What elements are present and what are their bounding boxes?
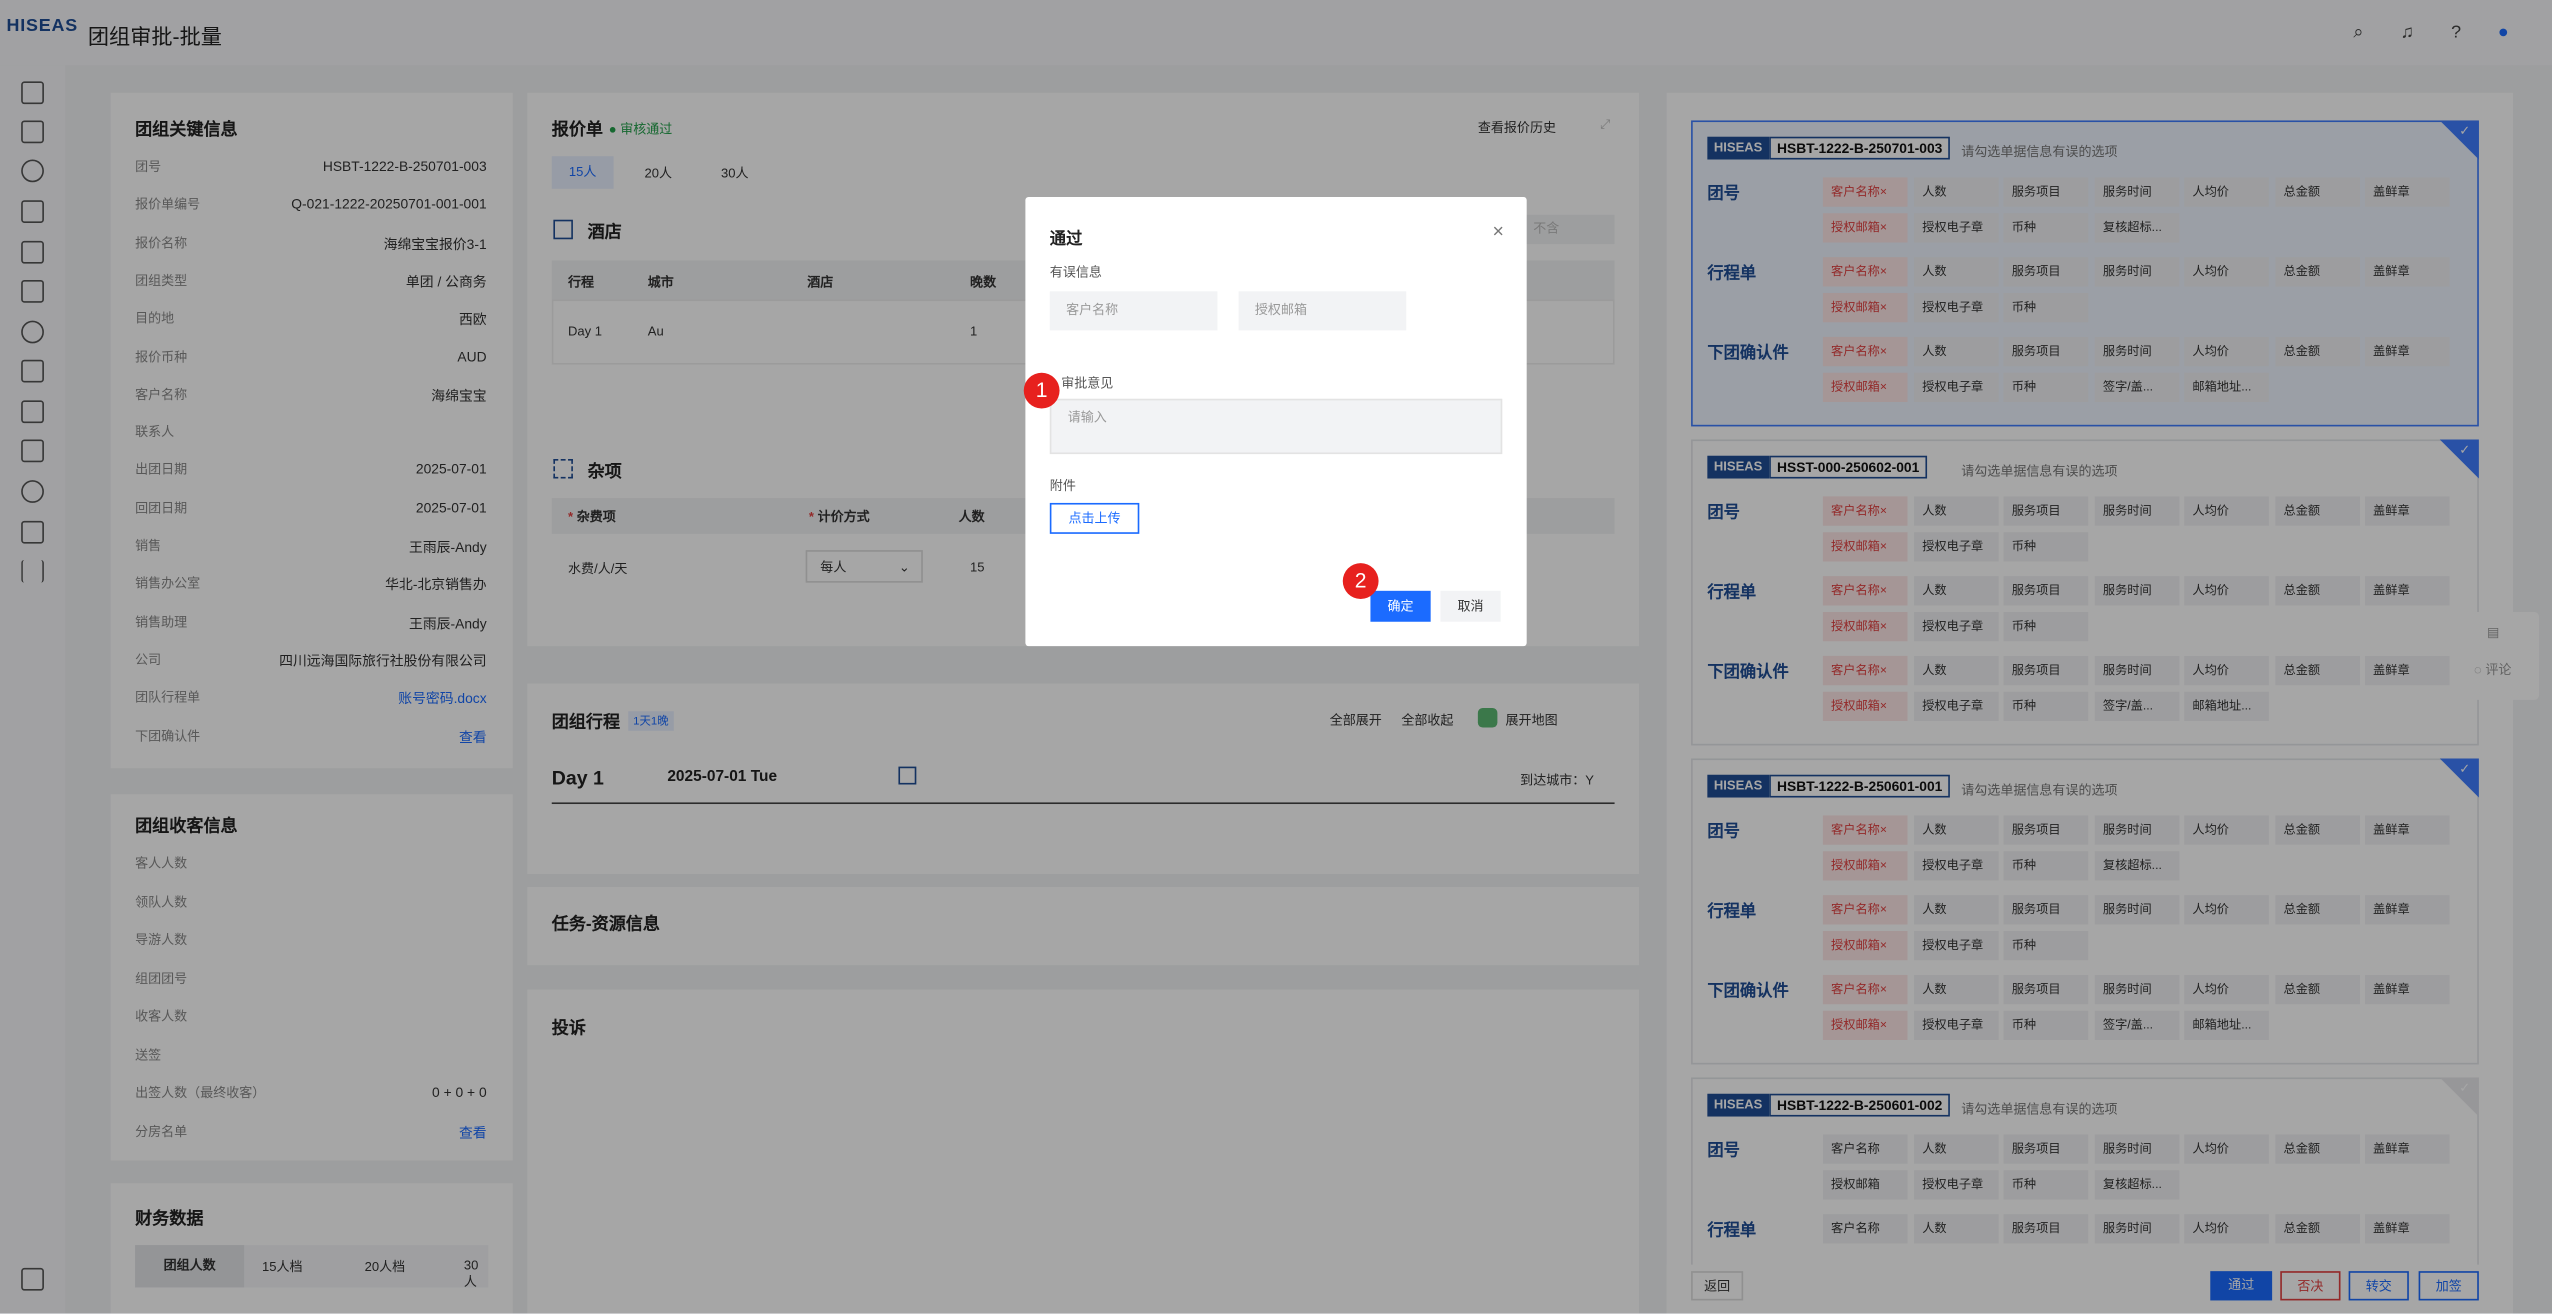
auth-email-field[interactable]: 授权邮箱 xyxy=(1238,291,1407,331)
opinion-label: 审批意见 xyxy=(1061,375,1114,391)
step-marker-1: 1 xyxy=(1023,372,1060,409)
attachment-label: 附件 xyxy=(1049,478,1076,494)
cancel-button[interactable]: 取消 xyxy=(1440,590,1501,622)
error-info-label: 有误信息 xyxy=(1049,265,1102,280)
opinion-textarea[interactable]: 请输入 xyxy=(1049,398,1503,455)
step-marker-2: 2 xyxy=(1342,563,1379,599)
close-icon[interactable]: × xyxy=(1493,220,1504,243)
dialog-title: 通过 xyxy=(1049,231,1083,250)
upload-button[interactable]: 点击上传 xyxy=(1049,502,1140,534)
confirm-button[interactable]: 确定 xyxy=(1370,590,1431,622)
customer-name-field[interactable]: 客户名称 xyxy=(1049,291,1218,331)
